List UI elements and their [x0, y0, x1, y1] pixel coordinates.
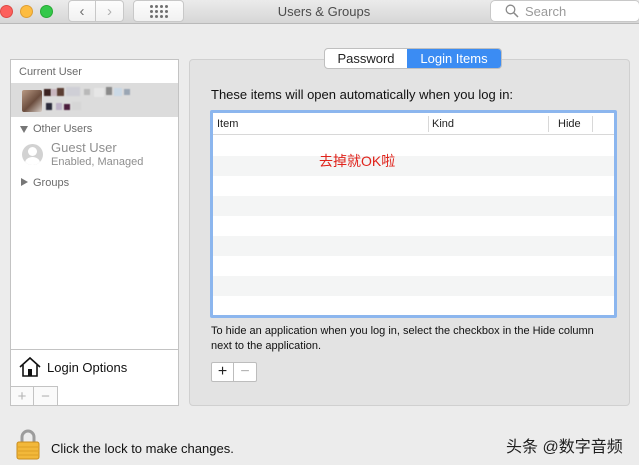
back-button[interactable]: ‹: [68, 0, 96, 22]
title-bar: ‹ › Users & Groups Search: [0, 0, 639, 24]
chevron-right-icon: ›: [107, 2, 112, 20]
column-divider: [548, 116, 549, 132]
search-icon: [505, 4, 519, 18]
lock-message: Click the lock to make changes.: [51, 441, 234, 456]
add-user-button[interactable]: +: [11, 387, 34, 405]
login-options-item[interactable]: Login Options: [11, 349, 178, 385]
table-row: [213, 176, 614, 196]
window-title: Users & Groups: [277, 4, 371, 19]
close-window-button[interactable]: [0, 5, 13, 18]
remove-user-button[interactable]: −: [34, 387, 57, 405]
chevron-left-icon: ‹: [79, 2, 85, 20]
table-row: [213, 276, 614, 296]
forward-button[interactable]: ›: [96, 0, 124, 22]
grid-icon: [149, 4, 168, 18]
guest-user-status: Enabled, Managed: [51, 156, 144, 168]
login-options-label: Login Options: [47, 360, 128, 375]
guest-user-name[interactable]: Guest User: [51, 140, 117, 155]
current-user-label: Current User: [19, 66, 82, 78]
search-placeholder: Search: [525, 3, 567, 19]
watermark-text: 头条 @数字音频: [506, 439, 623, 456]
login-items-add-remove-bar: + −: [211, 362, 257, 382]
table-row: [213, 196, 614, 216]
current-user-row[interactable]: [11, 83, 178, 117]
annotation-text: 去掉就OK啦: [319, 153, 396, 169]
house-icon: [19, 356, 41, 377]
disclosure-right-icon[interactable]: [21, 178, 28, 186]
login-items-heading: These items will open automatically when…: [211, 87, 514, 102]
table-row: [213, 136, 614, 156]
remove-login-item-button[interactable]: −: [234, 363, 256, 381]
add-login-item-button[interactable]: +: [212, 363, 234, 381]
column-divider: [428, 116, 429, 132]
tab-bar: Password Login Items: [324, 48, 502, 69]
tab-login-items[interactable]: Login Items: [407, 49, 501, 68]
column-header-hide[interactable]: Hide: [558, 118, 581, 130]
redacted-username: [44, 87, 144, 115]
column-header-item[interactable]: Item: [217, 118, 238, 130]
table-row: [213, 256, 614, 276]
table-row: [213, 236, 614, 256]
guest-avatar: [22, 144, 43, 165]
table-row: [213, 156, 614, 176]
groups-label[interactable]: Groups: [33, 177, 69, 189]
lock-icon[interactable]: [16, 428, 40, 460]
tab-password[interactable]: Password: [325, 49, 407, 68]
avatar: [22, 90, 42, 112]
hide-hint-text: To hide an application when you log in, …: [211, 325, 594, 352]
search-field[interactable]: Search: [490, 0, 639, 22]
table-row: [213, 216, 614, 236]
table-header: Item Kind Hide: [213, 113, 614, 135]
column-header-kind[interactable]: Kind: [432, 118, 454, 130]
disclosure-down-icon[interactable]: [20, 126, 28, 133]
show-all-button[interactable]: [133, 0, 184, 22]
column-divider: [592, 116, 593, 132]
users-sidebar: Current User Other Users Guest User Enab…: [10, 59, 179, 406]
other-users-label: Other Users: [33, 123, 93, 135]
table-row: [213, 296, 614, 315]
zoom-window-button[interactable]: [40, 5, 53, 18]
login-items-table[interactable]: Item Kind Hide: [210, 110, 617, 318]
user-add-remove-bar: + −: [10, 386, 58, 406]
minimize-window-button[interactable]: [20, 5, 33, 18]
